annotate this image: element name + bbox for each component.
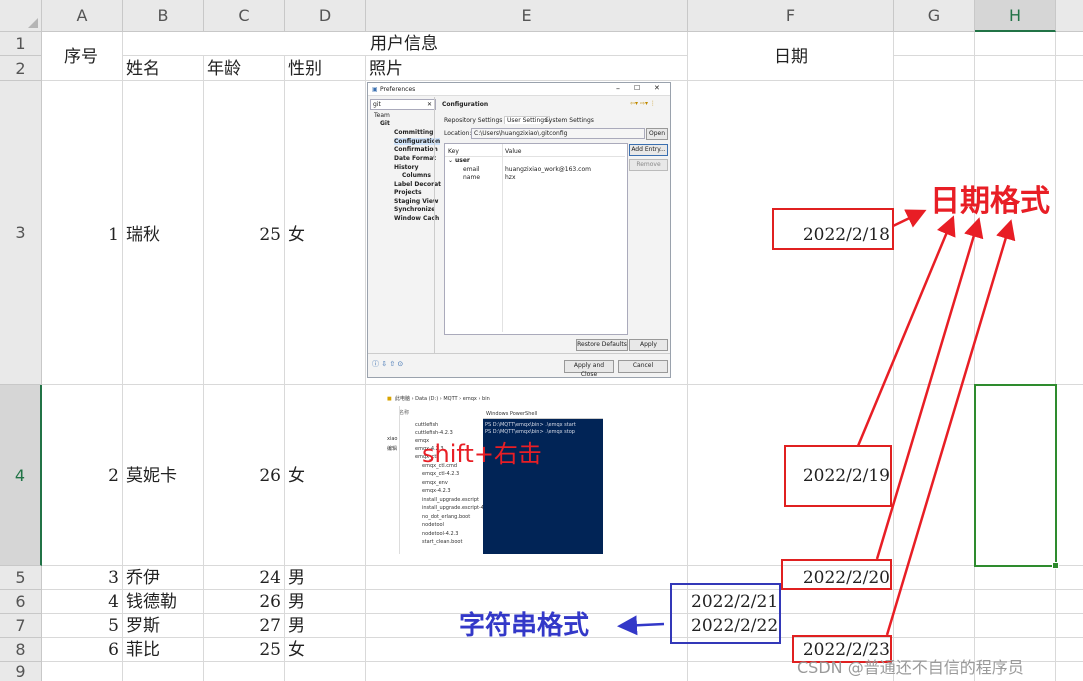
arrow-date-3 — [875, 217, 984, 560]
arrow-date-6 — [885, 219, 1016, 636]
arrow-date-1 — [892, 209, 927, 228]
arrow-string — [617, 615, 665, 636]
watermark: CSDN @普通还不自信的程序员 — [797, 658, 1024, 677]
arrow-date-2 — [856, 215, 956, 447]
annotation-arrows — [617, 209, 1016, 636]
